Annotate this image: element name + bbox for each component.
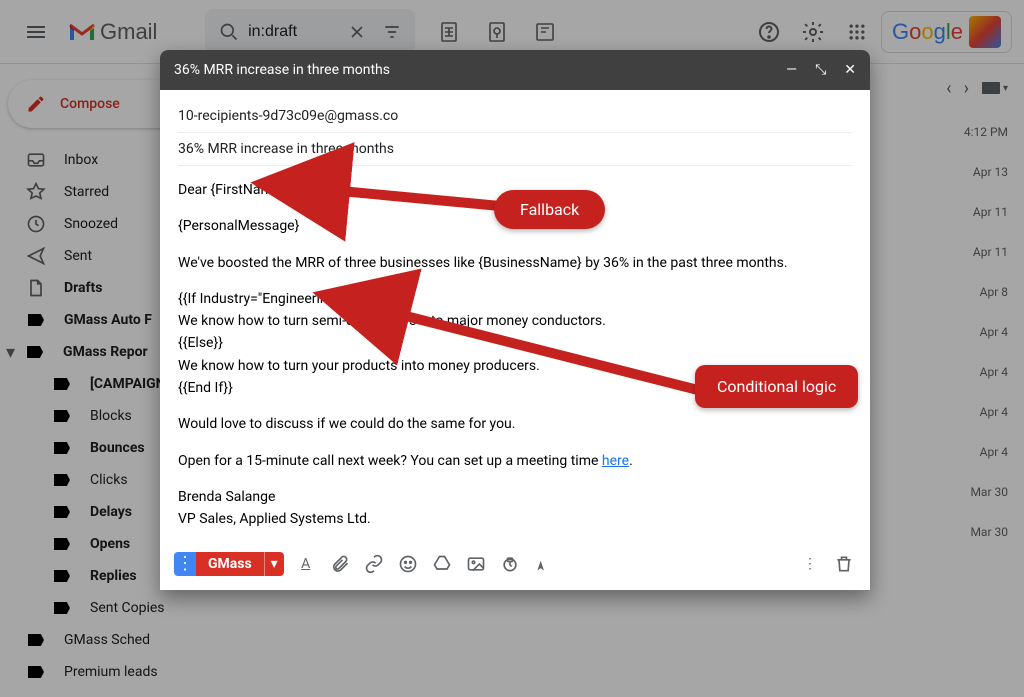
signature-icon[interactable]	[532, 554, 556, 574]
drive-icon[interactable]	[430, 554, 454, 574]
formatting-icon[interactable]: A	[294, 556, 318, 572]
image-icon[interactable]	[464, 554, 488, 574]
confidential-icon[interactable]	[498, 554, 522, 574]
arrow-fallback	[320, 178, 520, 218]
gmass-send-button[interactable]: ⋮ GMass ▾	[174, 552, 284, 576]
emoji-icon[interactable]	[396, 554, 420, 574]
attach-icon[interactable]	[328, 554, 352, 574]
annotation-conditional: Conditional logic	[695, 365, 858, 408]
close-icon[interactable]: ✕	[844, 62, 856, 78]
arrow-conditional	[378, 300, 718, 410]
gmass-dropdown-icon[interactable]: ▾	[264, 552, 284, 576]
gmass-menu-icon[interactable]: ⋮	[174, 552, 196, 576]
annotation-fallback: Fallback	[494, 190, 605, 229]
meeting-link[interactable]: here	[602, 453, 629, 469]
link-icon[interactable]	[362, 554, 386, 574]
popout-icon[interactable]: ⤡	[815, 62, 826, 78]
subject-field[interactable]: 36% MRR increase in three months	[178, 133, 852, 166]
discard-icon[interactable]	[832, 554, 856, 574]
more-options-icon[interactable]: ⋮	[798, 556, 822, 572]
minimize-icon[interactable]: —	[786, 62, 797, 78]
compose-title: 36% MRR increase in three months	[174, 62, 786, 78]
compose-toolbar: ⋮ GMass ▾ A ⋮	[160, 542, 870, 590]
to-field[interactable]: 10-recipients-9d73c09e@gmass.co	[178, 100, 852, 133]
compose-titlebar[interactable]: 36% MRR increase in three months — ⤡ ✕	[160, 50, 870, 90]
